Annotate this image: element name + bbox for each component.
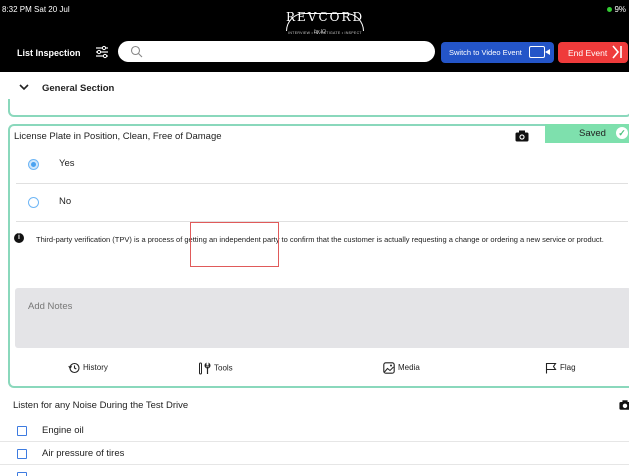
page-title: List Inspection [17, 48, 81, 58]
history-label: History [83, 363, 108, 373]
flag-label: Flag [560, 363, 576, 373]
video-button-label: Switch to Video Event [449, 48, 522, 57]
chevron-down-icon [19, 84, 29, 91]
status-indicators: 9% [607, 5, 626, 14]
option-label: No [59, 196, 72, 207]
search-icon [130, 45, 143, 58]
inspection-screen: 8:32 PM Sat 20 Jul 9% REVCORD by IQ INTE… [0, 0, 629, 476]
section-title: General Section [42, 83, 115, 94]
checkbox[interactable] [17, 426, 27, 436]
switch-to-video-button[interactable]: Switch to Video Event [441, 42, 554, 63]
saved-badge: Saved ✓ [545, 124, 629, 143]
checklist-item[interactable] [0, 466, 629, 476]
brand-script: by IQ [314, 29, 326, 35]
option-label: Yes [59, 158, 75, 169]
radio-selected-icon[interactable] [28, 159, 39, 170]
media-label: Media [398, 363, 420, 373]
video-camera-icon [529, 46, 550, 58]
filter-icon[interactable] [95, 45, 109, 59]
top-bar: 8:32 PM Sat 20 Jul 9% REVCORD by IQ INTE… [0, 0, 629, 72]
camera-icon[interactable] [515, 130, 529, 142]
search-input[interactable] [118, 41, 435, 62]
checkbox[interactable] [17, 449, 27, 459]
history-button[interactable]: History [68, 362, 108, 374]
brand-logo: REVCORD by IQ INTERVIEW • INVESTIGATE • … [286, 9, 364, 41]
notes-field[interactable]: Add Notes [15, 288, 629, 348]
option-yes[interactable]: Yes [16, 146, 628, 184]
media-button[interactable]: Media [383, 362, 420, 374]
question2-title: Listen for any Noise During the Test Dri… [13, 400, 189, 411]
camera-icon[interactable] [619, 399, 629, 411]
notes-placeholder: Add Notes [28, 301, 73, 312]
checklist-item[interactable]: Engine oil [0, 420, 629, 442]
history-icon [68, 362, 80, 374]
end-event-button[interactable]: End Event [558, 42, 628, 63]
saved-label: Saved [579, 128, 606, 139]
check-icon: ✓ [616, 127, 628, 139]
tools-button[interactable]: Tools [198, 362, 233, 375]
previous-card-edge [8, 99, 629, 117]
status-time: 8:32 PM Sat 20 Jul [2, 5, 70, 14]
checkbox[interactable] [17, 472, 27, 476]
checklist-label: Engine oil [42, 425, 84, 436]
tools-icon [199, 362, 211, 375]
radio-unselected-icon[interactable] [28, 197, 39, 208]
end-button-label: End Event [568, 48, 608, 58]
checklist-item[interactable]: Air pressure of tires [0, 443, 629, 465]
tools-highlight-box [190, 222, 279, 267]
info-text: Third-party verification (TPV) is a proc… [36, 235, 604, 244]
flag-button[interactable]: Flag [545, 362, 576, 374]
exit-icon [612, 45, 622, 59]
battery-percent: 9% [614, 5, 626, 14]
question-title: License Plate in Position, Clean, Free o… [14, 131, 222, 142]
question-card: License Plate in Position, Clean, Free o… [8, 124, 629, 388]
info-icon: i [14, 233, 24, 243]
tools-label: Tools [214, 363, 233, 373]
option-no[interactable]: No [16, 184, 628, 222]
location-icon [607, 7, 613, 12]
checklist-label: Air pressure of tires [42, 448, 125, 459]
flag-icon [545, 362, 557, 374]
question-toolbar: History Tools Media Flag [10, 348, 629, 388]
media-icon [383, 362, 395, 374]
